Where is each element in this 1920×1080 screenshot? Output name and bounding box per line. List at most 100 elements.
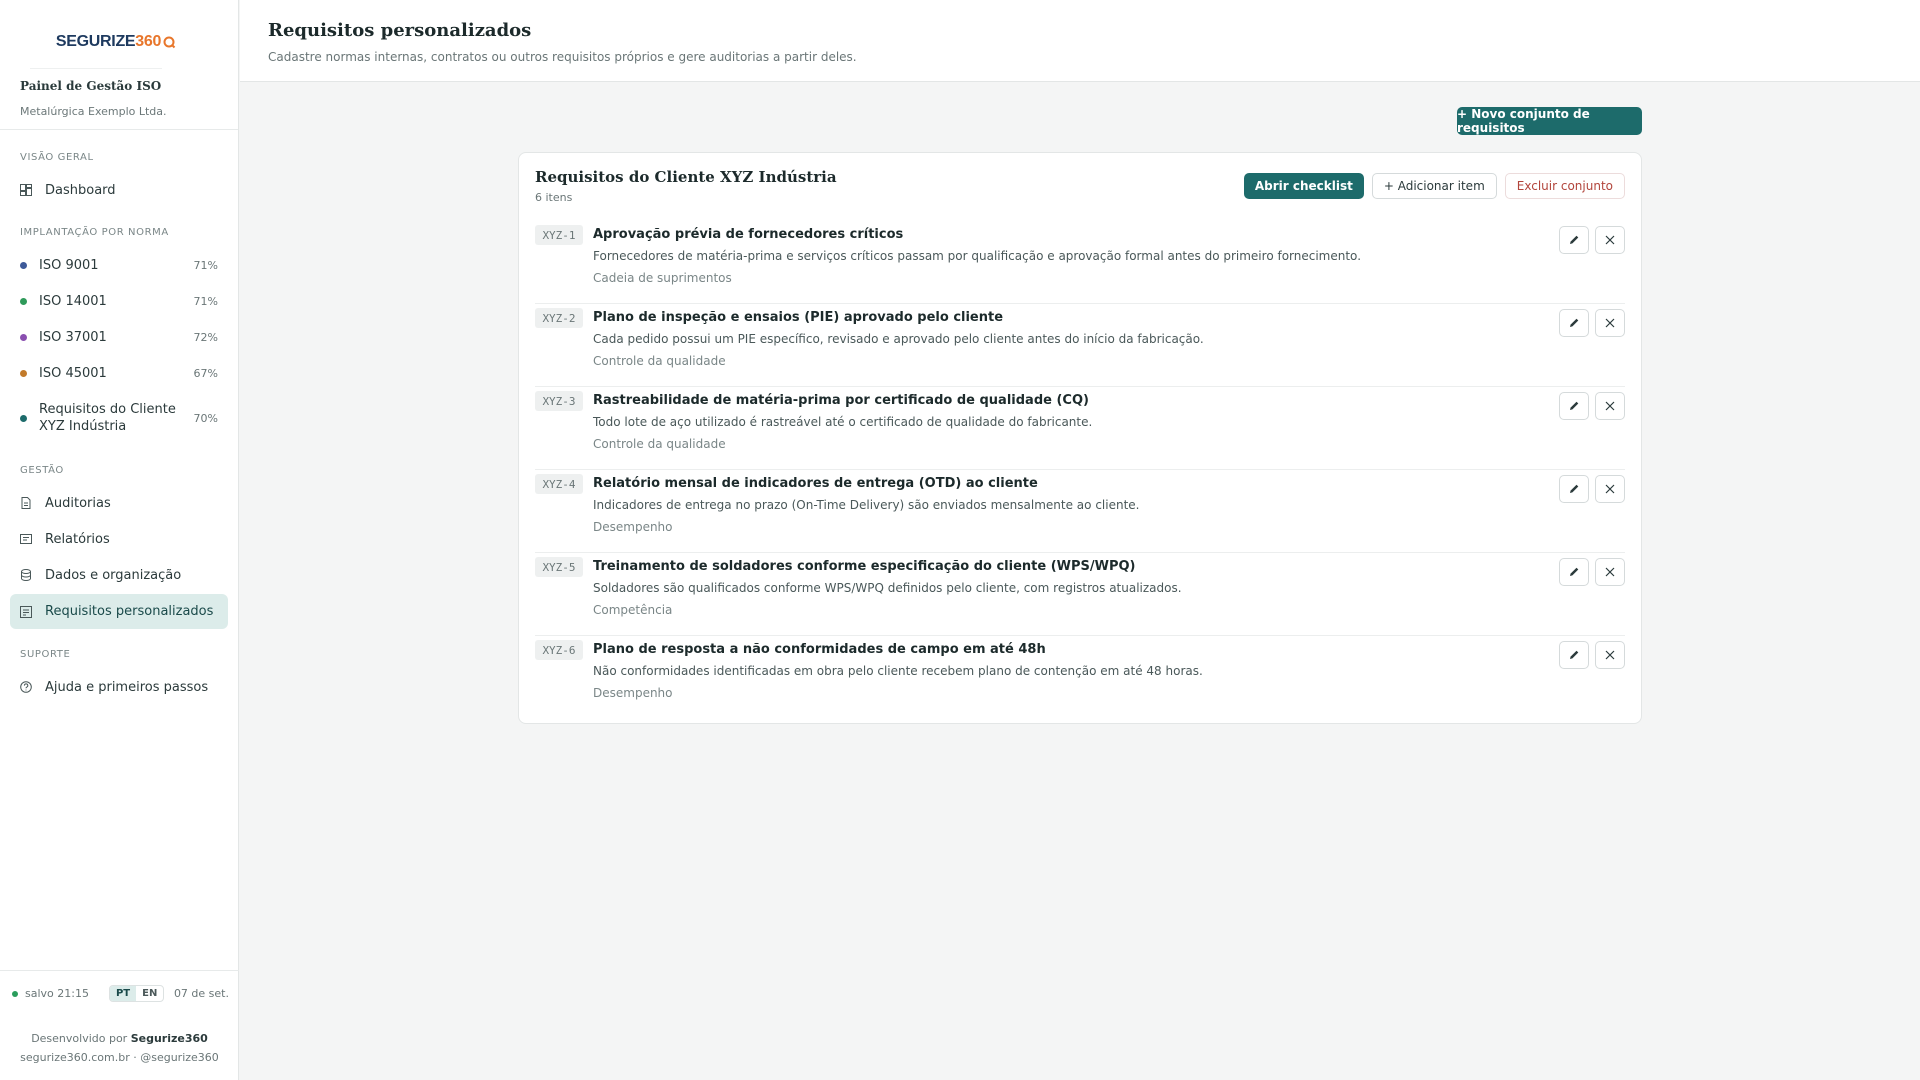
help-icon <box>20 681 32 693</box>
section-norms: IMPLANTAÇÃO POR NORMA <box>20 227 169 238</box>
requirement-description: Todo lote de aço utilizado é rastreável … <box>593 415 1093 429</box>
requirement-code: XYZ-2 <box>535 308 583 328</box>
sidebar-item-audits[interactable]: Auditorias <box>10 486 228 520</box>
sidebar-item-iso-45001[interactable]: ISO 45001 67% <box>10 356 228 390</box>
progress-percent: 72% <box>193 330 218 344</box>
lang-pt-button[interactable]: PT <box>109 986 137 1001</box>
item-count: 6 itens <box>535 191 573 204</box>
logo[interactable]: SEGURIZE 360 <box>40 32 192 52</box>
card-actions: Abrir checklist + Adicionar item Excluir… <box>1243 173 1625 199</box>
status-dot <box>20 414 27 422</box>
document-icon <box>20 497 32 509</box>
edit-button[interactable] <box>1559 641 1589 669</box>
add-item-button[interactable]: + Adicionar item <box>1371 173 1497 199</box>
sidebar: SEGURIZE 360 Painel de Gestão ISO Metalúr… <box>0 0 239 1080</box>
close-icon <box>1605 235 1615 245</box>
pencil-icon <box>1570 650 1579 659</box>
progress-percent: 67% <box>193 366 218 380</box>
page-header: Requisitos personalizados Cadastre norma… <box>240 0 1920 82</box>
section-management: GESTÃO <box>20 465 64 476</box>
delete-button[interactable] <box>1595 475 1625 503</box>
sidebar-item-client-xyz[interactable]: Requisitos do Cliente XYZ Indústria 70% <box>10 396 228 440</box>
sidebar-footer: salvo 21:15 PT EN 07 de set. Desenvolvid… <box>0 970 239 1080</box>
edit-button[interactable] <box>1559 226 1589 254</box>
sidebar-item-label: Relatórios <box>45 531 110 547</box>
edit-button[interactable] <box>1559 558 1589 586</box>
report-icon <box>20 533 32 545</box>
requirement-description: Cada pedido possui um PIE específico, re… <box>593 332 1204 346</box>
sidebar-item-label: Requisitos do Cliente XYZ Indústria <box>39 401 176 435</box>
requirement-code: XYZ-6 <box>535 640 583 660</box>
sidebar-item-iso-9001[interactable]: ISO 9001 71% <box>10 248 228 282</box>
requirement-description: Soldadores são qualificados conforme WPS… <box>593 581 1182 595</box>
delete-button[interactable] <box>1595 641 1625 669</box>
section-overview: VISÃO GERAL <box>20 152 94 163</box>
requirement-title: Rastreabilidade de matéria-prima por cer… <box>593 393 1089 408</box>
requirement-category: Competência <box>593 603 673 617</box>
dashboard-icon <box>20 184 32 196</box>
requirement-category: Cadeia de suprimentos <box>593 271 732 285</box>
logo-text-accent: 360 <box>135 33 162 50</box>
pencil-icon <box>1570 567 1579 576</box>
database-icon <box>20 569 32 581</box>
edit-button[interactable] <box>1559 392 1589 420</box>
delete-button[interactable] <box>1595 392 1625 420</box>
pencil-icon <box>1570 318 1579 327</box>
logo-text-primary: SEGURIZE <box>55 33 136 50</box>
checklist-icon <box>20 605 32 618</box>
sidebar-item-label: ISO 14001 <box>39 293 107 309</box>
close-icon <box>1605 401 1615 411</box>
lang-en-button[interactable]: EN <box>136 986 163 1001</box>
sidebar-item-custom-requirements[interactable]: Requisitos personalizados <box>10 594 228 629</box>
requirement-description: Indicadores de entrega no prazo (On-Time… <box>593 498 1140 512</box>
sidebar-item-label: Dados e organização <box>45 567 182 583</box>
logo-divider <box>30 68 162 69</box>
sidebar-item-data-organization[interactable]: Dados e organização <box>10 558 228 592</box>
list-item: XYZ-3 Rastreabilidade de matéria-prima p… <box>535 387 1625 470</box>
credits: Desenvolvido por Segurize360 segurize360… <box>0 1029 239 1067</box>
requirement-category: Controle da qualidade <box>593 437 726 451</box>
edit-button[interactable] <box>1559 309 1589 337</box>
sidebar-item-label: ISO 37001 <box>39 329 107 345</box>
developed-by-label: Desenvolvido por <box>31 1032 128 1045</box>
sidebar-item-label: Ajuda e primeiros passos <box>45 679 209 695</box>
status-dot <box>20 297 27 305</box>
delete-button[interactable] <box>1595 226 1625 254</box>
separator: · <box>133 1051 137 1064</box>
sidebar-item-dashboard[interactable]: Dashboard <box>10 173 228 207</box>
sidebar-item-label: ISO 9001 <box>39 257 99 273</box>
progress-percent: 70% <box>193 411 218 425</box>
sidebar-item-reports[interactable]: Relatórios <box>10 522 228 556</box>
open-checklist-button[interactable]: Abrir checklist <box>1243 173 1364 199</box>
close-icon <box>1605 650 1615 660</box>
social-handle-link[interactable]: @segurize360 <box>140 1051 219 1064</box>
requirement-title: Relatório mensal de indicadores de entre… <box>593 476 1038 491</box>
delete-set-button[interactable]: Excluir conjunto <box>1504 173 1625 199</box>
status-dot <box>20 333 27 341</box>
current-date: 07 de set. <box>173 987 229 1000</box>
site-link[interactable]: segurize360.com.br <box>20 1051 130 1064</box>
requirement-set-card: Requisitos do Cliente XYZ Indústria 6 it… <box>518 152 1642 724</box>
label-line-2: XYZ Indústria <box>39 419 127 434</box>
sidebar-item-iso-37001[interactable]: ISO 37001 72% <box>10 320 228 354</box>
requirement-category: Desempenho <box>593 520 673 534</box>
delete-button[interactable] <box>1595 309 1625 337</box>
page-title: Requisitos personalizados <box>268 20 532 41</box>
developer-link[interactable]: Segurize360 <box>131 1032 208 1045</box>
row-actions <box>1559 475 1625 503</box>
list-item: XYZ-4 Relatório mensal de indicadores de… <box>535 470 1625 553</box>
progress-percent: 71% <box>193 294 218 308</box>
new-requirement-set-button[interactable]: + Novo conjunto de requisitos <box>1457 107 1642 135</box>
developed-by-line: Desenvolvido por Segurize360 <box>0 1029 239 1048</box>
requirement-code: XYZ-4 <box>535 474 583 494</box>
brand-title: Painel de Gestão ISO <box>20 79 162 93</box>
list-item: XYZ-2 Plano de inspeção e ensaios (PIE) … <box>535 304 1625 387</box>
sidebar-item-label: Dashboard <box>45 182 116 198</box>
sidebar-item-help[interactable]: Ajuda e primeiros passos <box>10 670 228 704</box>
language-toggle: PT EN <box>108 985 165 1002</box>
requirement-list: XYZ-1 Aprovação prévia de fornecedores c… <box>535 221 1625 719</box>
edit-button[interactable] <box>1559 475 1589 503</box>
delete-button[interactable] <box>1595 558 1625 586</box>
close-icon <box>1605 567 1615 577</box>
sidebar-item-iso-14001[interactable]: ISO 14001 71% <box>10 284 228 318</box>
